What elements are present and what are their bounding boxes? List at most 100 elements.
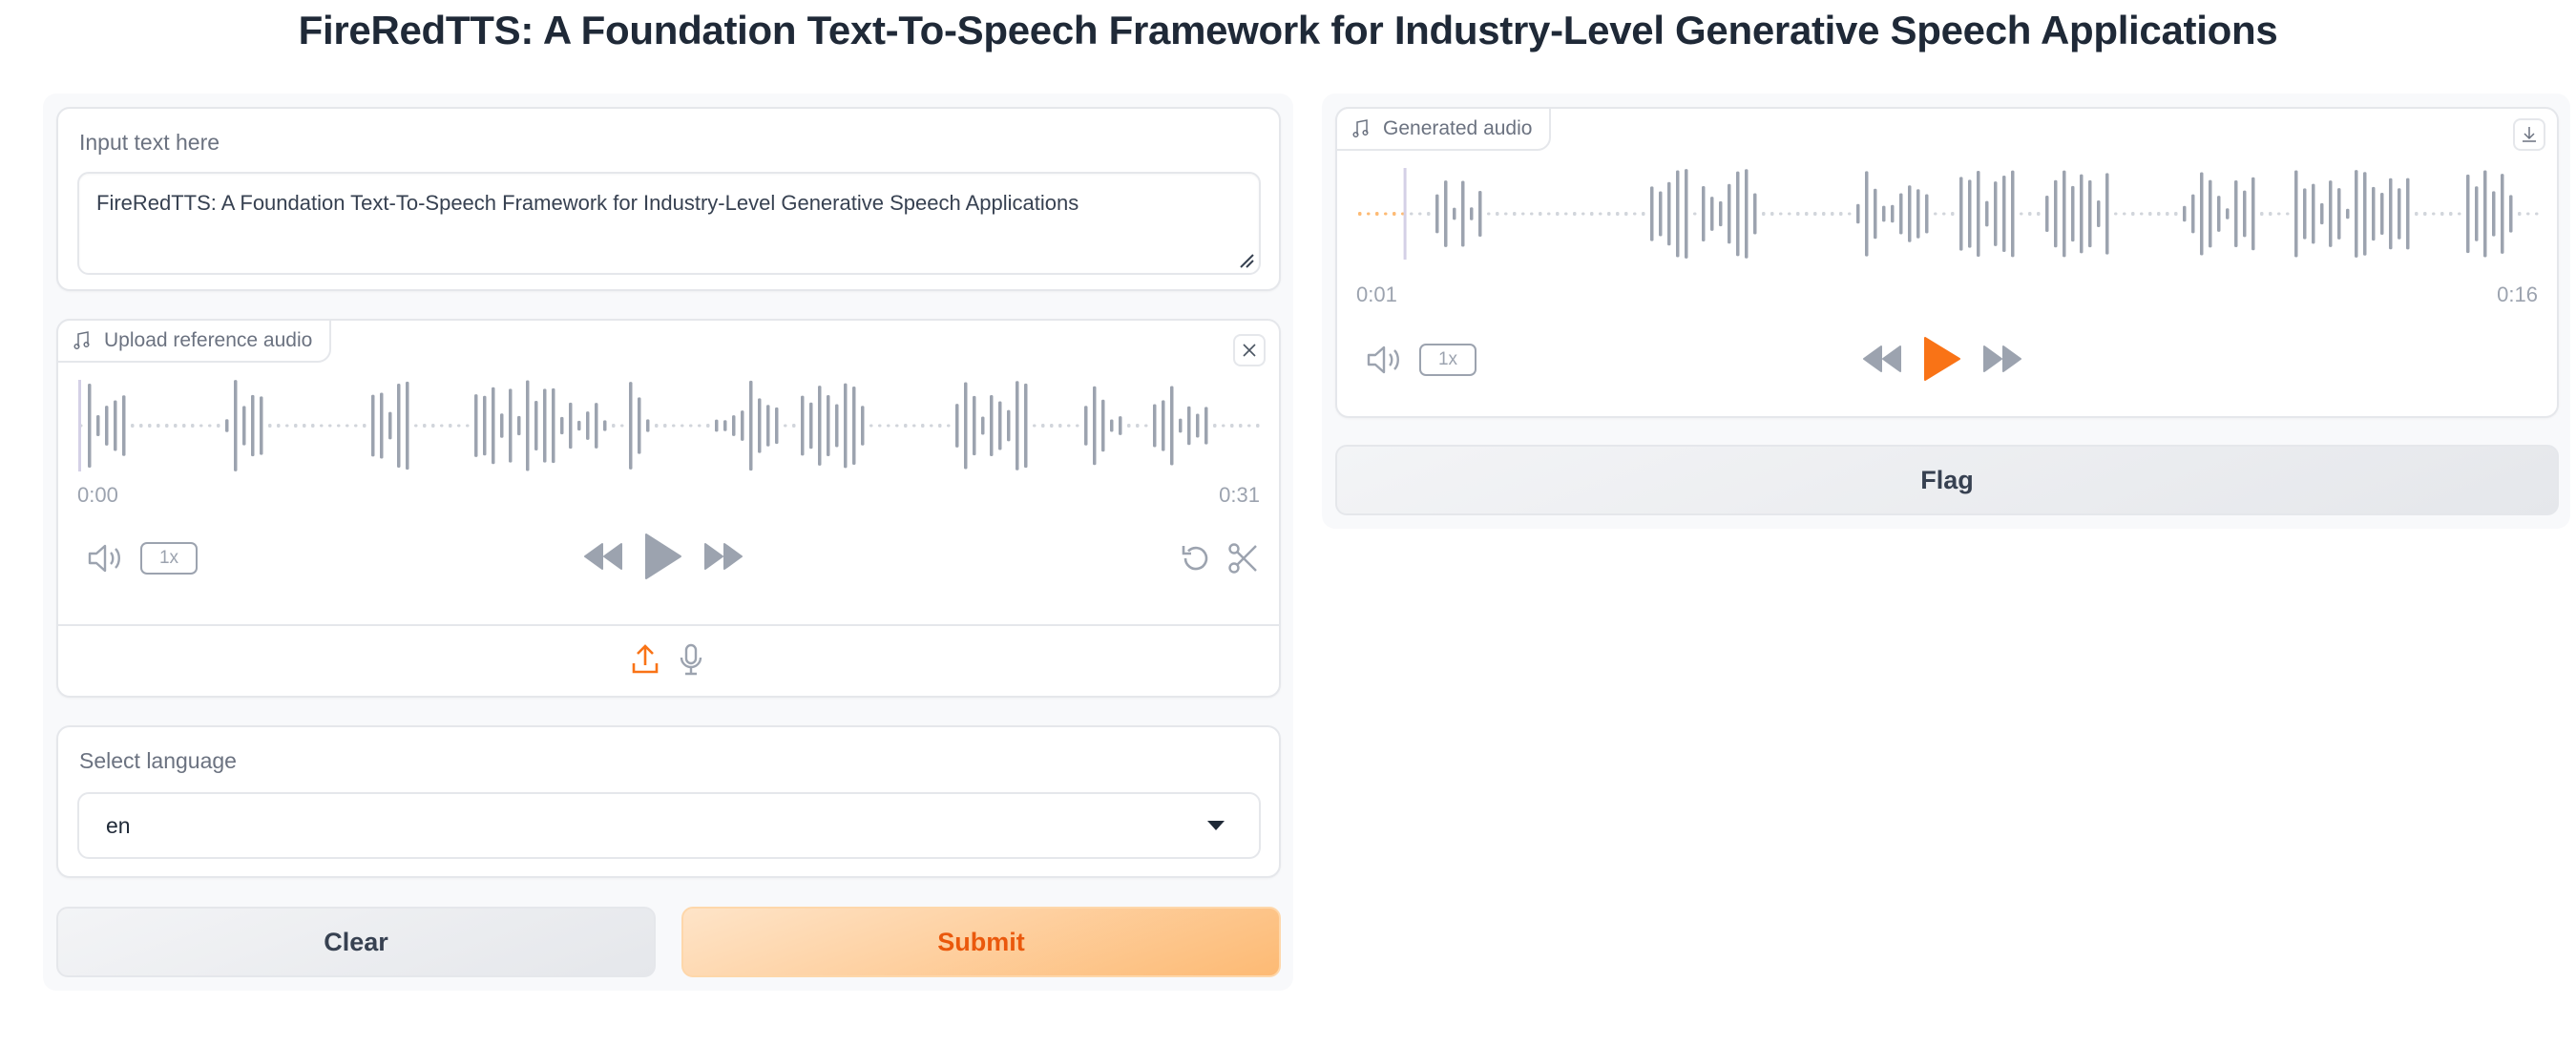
flag-button[interactable]: Flag [1335, 445, 2559, 515]
waveform-bar [285, 424, 289, 428]
waveform-bar [174, 424, 178, 428]
waveform-bar [2398, 188, 2401, 240]
waveform-bar [1530, 212, 1534, 216]
waveform-bar [2337, 188, 2341, 240]
waveform-bar [2509, 195, 2513, 233]
playhead-cursor[interactable] [1403, 168, 1407, 260]
playback-speed-button[interactable]: 1x [140, 542, 198, 575]
language-dropdown[interactable]: en [77, 792, 1261, 859]
waveform-bar [947, 424, 951, 428]
fast-forward-icon[interactable] [1982, 345, 2022, 373]
waveform-bar [225, 419, 229, 432]
waveform-bar [1564, 212, 1568, 216]
waveform-bar [869, 424, 873, 428]
waveform-bar [1753, 193, 1757, 235]
fast-forward-icon[interactable] [703, 542, 743, 571]
waveform-bar [2200, 172, 2204, 256]
waveform-bar [1624, 212, 1628, 216]
waveform-bar [921, 424, 925, 428]
waveform-bar [2063, 170, 2066, 258]
play-icon[interactable] [644, 533, 682, 580]
waveform-bar [1959, 177, 1963, 251]
audio-source-selector [631, 643, 703, 676]
waveform-bar [1667, 181, 1671, 246]
waveform-bar [2458, 212, 2461, 216]
playback-speed-button[interactable]: 1x [1419, 344, 1476, 376]
waveform-bar [2114, 212, 2118, 216]
reference-waveform[interactable] [77, 380, 1261, 471]
waveform-bar [1521, 212, 1525, 216]
waveform-bar [294, 424, 298, 428]
waveform-bar [1685, 169, 1688, 259]
waveform-bar [1050, 424, 1054, 428]
waveform-bar [1213, 424, 1217, 428]
waveform-bar [1444, 180, 1448, 247]
play-icon[interactable] [1923, 336, 1961, 382]
playhead-cursor[interactable] [78, 380, 81, 471]
clear-button[interactable]: Clear [56, 907, 656, 977]
waveform-bar [2277, 212, 2281, 216]
waveform-bar [2174, 212, 2178, 216]
submit-button[interactable]: Submit [681, 907, 1281, 977]
waveform-bar [1908, 185, 1912, 242]
waveform-bar [904, 424, 908, 428]
waveform-bar [1144, 424, 1148, 428]
microphone-icon[interactable] [679, 643, 703, 676]
waveform-bar [2140, 212, 2144, 216]
waveform-bar [2363, 172, 2367, 256]
waveform-bar [1891, 204, 1895, 223]
waveform-bar [122, 395, 126, 456]
volume-icon[interactable] [87, 543, 123, 574]
scissors-icon[interactable] [1227, 542, 1258, 575]
waveform-bar [414, 424, 418, 428]
waveform-bar [852, 387, 856, 465]
waveform-bar [1119, 416, 1122, 435]
waveform-bar [492, 387, 495, 465]
waveform-bar [1581, 212, 1585, 216]
waveform-bar [1162, 400, 1165, 451]
download-button[interactable] [2513, 118, 2545, 151]
waveform-bar [1153, 404, 1157, 448]
waveform-bar [371, 394, 375, 457]
reference-playback-controls [583, 533, 743, 580]
waveform-bar [1899, 193, 1903, 235]
waveform-bar [569, 402, 573, 450]
waveform-bar [1504, 212, 1508, 216]
resize-handle-icon[interactable] [1238, 252, 1255, 269]
waveform-bar [990, 395, 994, 456]
rewind-icon[interactable] [583, 542, 623, 571]
waveform-bar [612, 424, 616, 428]
generated-waveform[interactable] [1356, 168, 2540, 260]
clear-audio-button[interactable] [1233, 334, 1266, 366]
waveform-bar [517, 415, 521, 436]
waveform-bar [955, 404, 959, 448]
waveform-bar [1196, 413, 1200, 438]
waveform-bar [1796, 212, 1800, 216]
waveform-bar [2251, 177, 2255, 251]
undo-icon[interactable] [1180, 542, 1212, 575]
waveform-bar [1067, 424, 1071, 428]
waveform-bar [930, 424, 933, 428]
rewind-icon[interactable] [1862, 345, 1902, 373]
waveform-bar [105, 406, 109, 446]
waveform-bar [689, 424, 693, 428]
upload-icon[interactable] [631, 644, 660, 675]
waveform-bar [2148, 212, 2152, 216]
music-note-icon [73, 331, 90, 350]
waveform-bar [1779, 212, 1783, 216]
text-input-field[interactable]: FireRedTTS: A Foundation Text-To-Speech … [77, 172, 1261, 275]
waveform-bar [2002, 175, 2006, 253]
waveform-bar [2071, 185, 2075, 242]
waveform-bar [1925, 194, 1929, 234]
waveform-bar [2415, 212, 2419, 216]
waveform-bar [1247, 424, 1251, 428]
volume-icon[interactable] [1366, 345, 1402, 375]
waveform-bar [1110, 419, 1114, 432]
waveform-bar [792, 424, 796, 428]
waveform-bar [431, 424, 435, 428]
waveform-bar [1693, 212, 1697, 216]
waveform-bar [191, 424, 195, 428]
waveform-bar [2037, 212, 2041, 216]
waveform-bar [1710, 197, 1714, 231]
waveform-bar [998, 401, 1002, 450]
